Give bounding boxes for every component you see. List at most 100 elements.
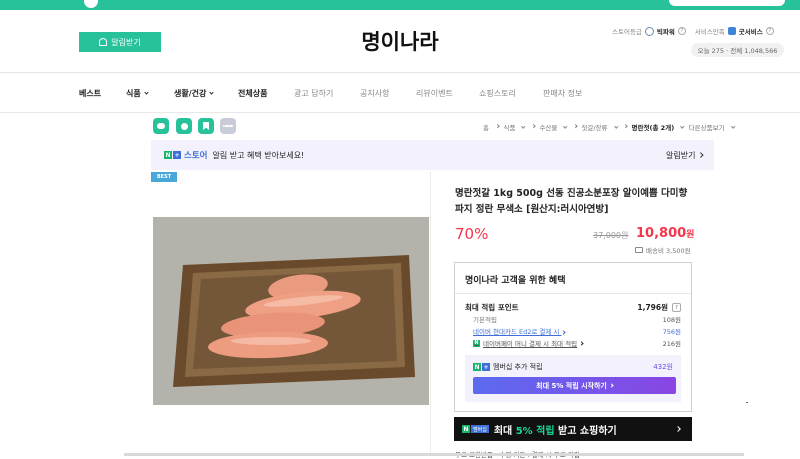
nav-item-ad-answer[interactable]: 광고 답하기 [294,88,333,99]
max-point-value: 1,796원 [637,303,668,312]
store-alarm-banner: N + 스토어 알림 받고 혜택 받아보세요! 알림받기 [151,140,714,170]
breadcrumb: 홈 식품 수산물 젓갈/장류 명란젓(총 2개) 다른상품보기 [483,122,735,132]
bookmark-share-icon[interactable] [198,118,214,134]
point-help-icon[interactable]: ? [672,303,681,312]
benefit-divider [455,293,691,294]
basic-point-row: 기본적립 108원 [465,314,681,324]
top-brand-bar [0,0,800,10]
banner-message: 알림 받고 혜택 받아보세요! [212,150,305,160]
nav-item-food[interactable]: 식품 [126,88,149,99]
store-logo-icon[interactable] [82,0,100,10]
breadcrumb-current[interactable]: 명란젓(총 2개) [632,122,675,132]
chevron-right-icon [675,426,681,432]
benefit-box: 명이나라 고객을 위한 혜택 최대 적립 포인트 1,796원? 기본적립 10… [454,262,692,412]
banner-store-word: 스토어 [184,151,208,161]
shipping-fee-text: 배송비 3,500원 [646,247,691,255]
chevron-right-icon [697,152,703,158]
npay-icon: N [473,339,480,347]
money-point-label[interactable]: N 네이버페이 머니 결제 시 최대 적립 [465,338,584,348]
card-point-label[interactable]: 네이버 현대카드 Ed2로 결제 시 [465,326,566,336]
money-point-row[interactable]: N 네이버페이 머니 결제 시 최대 적립 216원 [465,338,681,348]
more-share-icon[interactable] [220,118,236,134]
top-search-pill[interactable] [669,0,785,6]
nav-item-notice[interactable]: 공지사항 [360,88,389,99]
membership-row: N + 멤버십 추가 적립 432원 [473,362,673,372]
benefit-title: 명이나라 고객을 위한 혜택 [465,276,566,286]
sale-price: 10,800원 [636,226,694,241]
chevron-right-icon [573,124,577,128]
visitor-count: 오늘 275 · 전체 1,048,566 [691,43,784,57]
naver-plus-membership-badge: N 멤버십 [462,425,489,433]
store-name[interactable]: 명이나라 [340,26,460,56]
truck-icon [635,247,643,253]
membership-value: 432원 [653,363,673,371]
chevron-down-icon [144,90,149,95]
chevron-down-icon [563,124,568,128]
membership-promo-banner[interactable]: N 멤버십 최대 5% 적립 받고 쇼핑하기 [454,417,692,441]
membership-start-button[interactable]: 최대 5% 적립 시작하기 [473,377,676,394]
store-grade-row: 스토어등급 빅파워 ? 서비스만족 굿서비스 ? [612,26,780,36]
content-divider [430,172,431,456]
card-point-value: 756원 [662,328,681,336]
shipping-fee: 배송비 3,500원 [635,245,691,255]
thumbs-up-icon [727,27,736,35]
membership-box: N + 멤버십 추가 적립 432원 최대 5% 적립 시작하기 [465,355,681,402]
nav-divider [0,72,800,73]
breadcrumb-home[interactable]: 홈 [483,122,489,132]
service-label: 서비스만족 [694,28,725,36]
chevron-down-icon [731,124,735,128]
banner-alarm-link[interactable]: 알림받기 [666,150,703,161]
chevron-down-icon [680,124,685,128]
nav-divider-bottom [0,112,800,113]
nav-item-review-event[interactable]: 리뷰이벤트 [416,88,453,99]
sale-price-value: 10,800 [636,226,687,241]
nav-item-shopping-story[interactable]: 쇼핑스토리 [479,88,516,99]
original-price: 37,000원 [593,231,629,240]
sale-price-unit: 원 [686,230,695,240]
service-help-icon[interactable]: ? [765,27,774,35]
talk-share-icon[interactable] [176,118,192,134]
breadcrumb-seafood[interactable]: 수산물 [539,122,557,132]
chevron-right-icon [560,330,566,335]
chevron-down-icon [209,90,214,95]
basic-point-value: 108원 [662,316,681,324]
chevron-down-icon [521,124,526,128]
grade-value: 빅파워 [656,28,675,36]
nav-item-seller-info[interactable]: 판매자 정보 [543,88,582,99]
grade-label: 스토어등급 [612,28,642,36]
chevron-right-icon [495,124,500,128]
best-badge: BEST [151,172,177,182]
chevron-right-icon [579,340,584,346]
alarm-button-label: 알림받기 [111,37,141,47]
promo-text: 최대 5% 적립 받고 쇼핑하기 [493,425,617,437]
nav-item-all-products[interactable]: 전체상품 [238,88,267,99]
max-point-row: 최대 적립 포인트 1,796원? [465,302,681,313]
store-nav: 베스트 식품 생활/건강 전체상품 광고 답하기 공지사항 리뷰이벤트 쇼핑스토… [0,88,800,100]
grade-help-icon[interactable]: ? [677,27,686,35]
page-dot [746,402,748,403]
alarm-button[interactable]: 알림받기 [79,32,161,52]
chevron-right-icon [531,124,535,128]
nav-item-living[interactable]: 생활/건강 [174,88,214,99]
chevron-down-icon [614,124,618,128]
pollock-roe-photo [153,217,429,405]
breadcrumb-more-products[interactable]: 다른상품보기 [689,122,725,132]
money-point-value: 216원 [662,340,681,348]
nav-item-best[interactable]: 베스트 [79,88,101,99]
discount-rate: 70% [455,225,489,243]
membership-label: 멤버십 추가 적립 [493,363,543,371]
naver-plus-badge-icon: N + [473,363,490,371]
max-point-label: 최대 적립 포인트 [465,303,519,312]
medal-icon [644,26,654,36]
naver-plus-badge-icon: N + [164,151,181,159]
line-share-icon[interactable] [153,118,169,134]
card-point-row[interactable]: 네이버 현대카드 Ed2로 결제 시 756원 [465,326,681,336]
breadcrumb-food[interactable]: 식품 [503,122,515,132]
banner-alarm-label: 알림받기 [666,150,696,160]
chevron-right-icon [609,383,614,388]
chevron-right-icon [623,124,628,128]
basic-point-label: 기본적립 [473,316,497,324]
breadcrumb-jeotgal[interactable]: 젓갈/장류 [581,122,607,132]
bell-icon [99,38,108,46]
product-image[interactable] [153,217,429,405]
